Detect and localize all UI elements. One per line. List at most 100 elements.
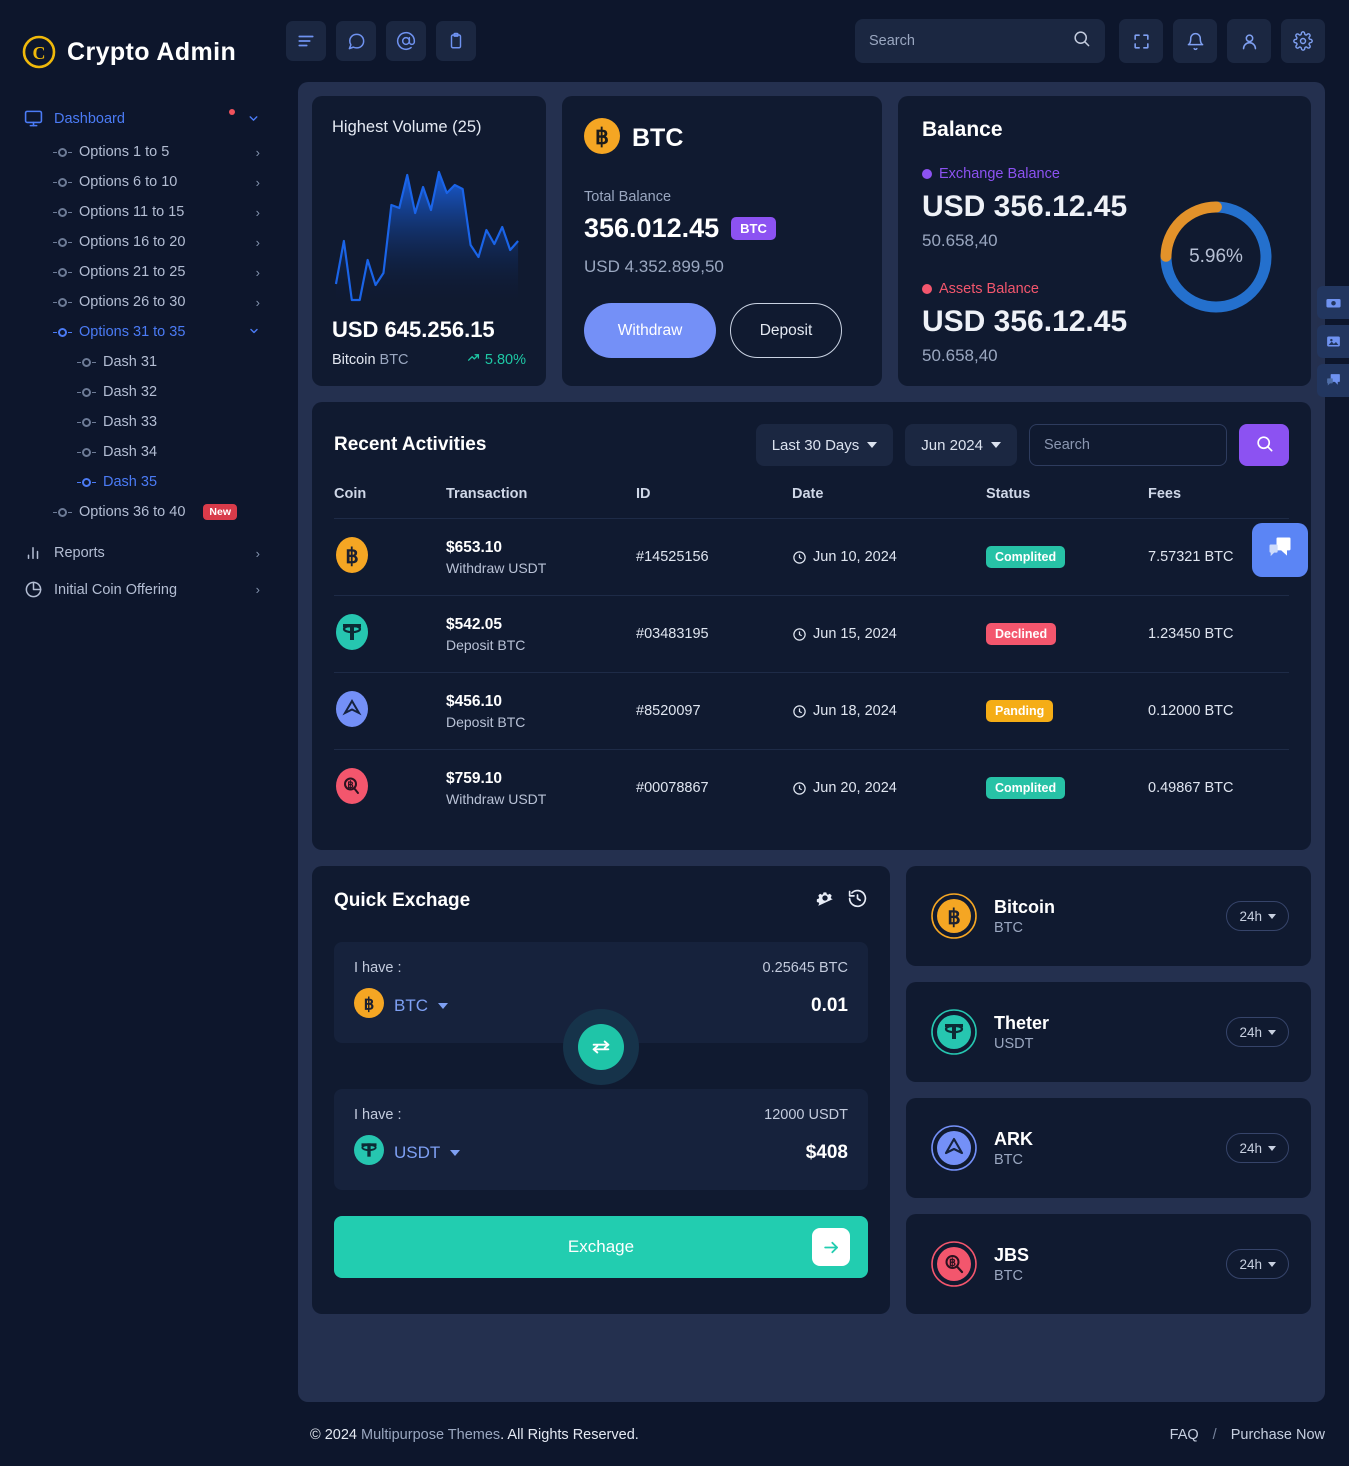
sidebar-item-dash-31[interactable]: Dash 31 — [0, 347, 280, 377]
exchange-to-value[interactable]: $408 — [806, 1142, 848, 1164]
coin-period-dropdown[interactable]: 24h — [1226, 1017, 1289, 1047]
btc-chip: BTC — [731, 217, 776, 240]
fullscreen-icon[interactable] — [1119, 19, 1163, 63]
cell-date: Jun 10, 2024 — [792, 518, 986, 596]
swap-halo — [563, 1009, 639, 1085]
history-icon[interactable] — [847, 888, 868, 914]
month-filter-dropdown[interactable]: Jun 2024 — [905, 424, 1017, 466]
sidebar-item-options-11-15[interactable]: Options 11 to 15 › — [0, 197, 280, 227]
column-header-coin: Coin — [334, 486, 367, 502]
exchange-button[interactable]: Exchage — [334, 1216, 868, 1278]
sidebar-item-options-21-25[interactable]: Options 21 to 25 › — [0, 257, 280, 287]
quick-exchange-header: Quick Exchage — [334, 888, 868, 914]
ark-icon — [334, 691, 370, 731]
clock-icon — [793, 627, 806, 641]
search-input[interactable] — [869, 33, 1064, 49]
column-header-transaction: Transaction — [446, 486, 528, 502]
sidebar-item-dash-32[interactable]: Dash 32 — [0, 377, 280, 407]
table-row[interactable]: $456.10 Deposit BTC #8520097 Jun 18, 202… — [334, 672, 1289, 750]
bullet-icon — [53, 147, 72, 157]
sidebar-item-label: Initial Coin Offering — [54, 581, 178, 598]
camera-icon[interactable] — [1317, 286, 1349, 319]
btc-symbol: BTC — [632, 124, 684, 152]
clipboard-icon[interactable] — [436, 21, 476, 61]
gear-icon[interactable] — [815, 888, 835, 914]
status-badge: Complited — [986, 777, 1066, 799]
cell-transaction: $542.05 Deposit BTC — [446, 595, 636, 673]
exchange-from-value[interactable]: 0.01 — [811, 995, 848, 1017]
user-icon[interactable] — [1227, 19, 1271, 63]
sidebar-item-options-36-40[interactable]: Options 36 to 40 New — [0, 497, 280, 527]
sidebar-item-options-31-35[interactable]: Options 31 to 35 — [0, 317, 280, 347]
purchase-now-link[interactable]: Purchase Now — [1231, 1427, 1325, 1443]
coin-period-dropdown[interactable]: 24h — [1226, 1133, 1289, 1163]
sidebar-item-dash-35[interactable]: Dash 35 — [0, 467, 280, 497]
deposit-button[interactable]: Deposit — [730, 303, 842, 358]
sidebar-item-options-16-20[interactable]: Options 16 to 20 › — [0, 227, 280, 257]
sidebar-item-dash-33[interactable]: Dash 33 — [0, 407, 280, 437]
sidebar-item-options-26-30[interactable]: Options 26 to 30 › — [0, 287, 280, 317]
brand[interactable]: C Crypto Admin — [0, 0, 280, 82]
transaction-amount: $456.10 — [446, 692, 503, 710]
chevron-right-icon: › — [255, 234, 260, 250]
date-text: Jun 10, 2024 — [813, 549, 897, 565]
volume-amount: USD 645.256.15 — [332, 317, 495, 342]
faq-link[interactable]: FAQ — [1170, 1427, 1199, 1443]
sidebar-item-dashboard[interactable]: Dashboard — [0, 100, 280, 137]
assets-balance-sub: 50.658,40 — [922, 346, 998, 365]
coin-card-ark[interactable]: ARK BTC 24h — [906, 1098, 1311, 1198]
crypto-coin-logo-icon: C — [22, 35, 56, 69]
footer: © 2024 Multipurpose Themes. All Rights R… — [280, 1404, 1349, 1466]
exchange-to-coin-selector[interactable]: USDT — [354, 1135, 461, 1170]
btc-header: ฿ BTC — [584, 118, 860, 159]
recent-search-button[interactable] — [1239, 424, 1289, 466]
bell-icon[interactable] — [1173, 19, 1217, 63]
sidebar-item-options-6-10[interactable]: Options 6 to 10 › — [0, 167, 280, 197]
chevron-right-icon: › — [255, 582, 260, 597]
table-row[interactable]: ฿ $759.10 Withdraw USDT #00078867 Jun 20… — [334, 749, 1289, 826]
cell-id: #00078867 — [636, 749, 792, 826]
image-icon[interactable] — [1317, 325, 1349, 358]
menu-icon[interactable] — [286, 21, 326, 61]
highest-volume-card: Highest Volume (25) USD 645.256.15 Bitco… — [312, 96, 546, 386]
arrow-right-icon — [812, 1228, 850, 1266]
chevron-right-icon: › — [255, 545, 260, 561]
chat-icon[interactable] — [1317, 364, 1349, 397]
coin-info: Bitcoin BTC — [994, 897, 1055, 936]
sidebar-item-ico[interactable]: Initial Coin Offering › — [0, 571, 280, 608]
coin-info: JBS BTC — [994, 1245, 1029, 1284]
withdraw-button[interactable]: Withdraw — [584, 303, 716, 358]
btc-usd-value: USD 4.352.899,50 — [584, 257, 724, 276]
coin-period-dropdown[interactable]: 24h — [1226, 1249, 1289, 1279]
floating-chat-button[interactable] — [1252, 523, 1308, 577]
cell-fees: 1.23450 BTC — [1148, 595, 1289, 673]
global-search[interactable] — [855, 19, 1105, 63]
table-row[interactable]: ฿ $653.10 Withdraw USDT #14525156 Jun 10… — [334, 518, 1289, 596]
column-header-fees: Fees — [1148, 486, 1182, 502]
coin-card-bitcoin[interactable]: ฿ Bitcoin BTC 24h — [906, 866, 1311, 966]
summary-cards-row: Highest Volume (25) USD 645.256.15 Bitco… — [312, 96, 1311, 386]
coin-card-theter[interactable]: Theter USDT 24h — [906, 982, 1311, 1082]
at-mention-icon[interactable] — [386, 21, 426, 61]
chat-bubble-icon[interactable] — [336, 21, 376, 61]
sidebar-item-dash-34[interactable]: Dash 34 — [0, 437, 280, 467]
table-row[interactable]: $542.05 Deposit BTC #03483195 Jun 15, 20… — [334, 595, 1289, 673]
transaction-type: Deposit BTC — [446, 713, 526, 730]
gear-icon[interactable] — [1281, 19, 1325, 63]
notification-dot — [229, 108, 235, 115]
card-title: Highest Volume (25) — [332, 118, 482, 136]
range-filter-dropdown[interactable]: Last 30 Days — [755, 424, 894, 466]
sidebar-subitem-label: Dash 35 — [103, 474, 158, 490]
cell-coin: ฿ — [334, 749, 446, 826]
search-icon[interactable] — [1072, 29, 1091, 53]
sidebar-item-options-1-5[interactable]: Options 1 to 5 › — [0, 137, 280, 167]
chevron-right-icon: › — [255, 174, 260, 190]
table-head: Coin Transaction ID Date Status Fees — [334, 486, 1289, 519]
coin-card-jbs[interactable]: ฿ JBS BTC 24h — [906, 1214, 1311, 1314]
exchange-from-coin-selector[interactable]: ฿ BTC — [354, 988, 448, 1023]
coin-period-dropdown[interactable]: 24h — [1226, 901, 1289, 931]
sidebar-item-reports[interactable]: Reports › — [0, 535, 280, 571]
date-with-icon: Jun 15, 2024 — [792, 626, 986, 642]
swap-arrows-icon[interactable] — [578, 1024, 624, 1070]
recent-search-input[interactable] — [1029, 424, 1227, 466]
